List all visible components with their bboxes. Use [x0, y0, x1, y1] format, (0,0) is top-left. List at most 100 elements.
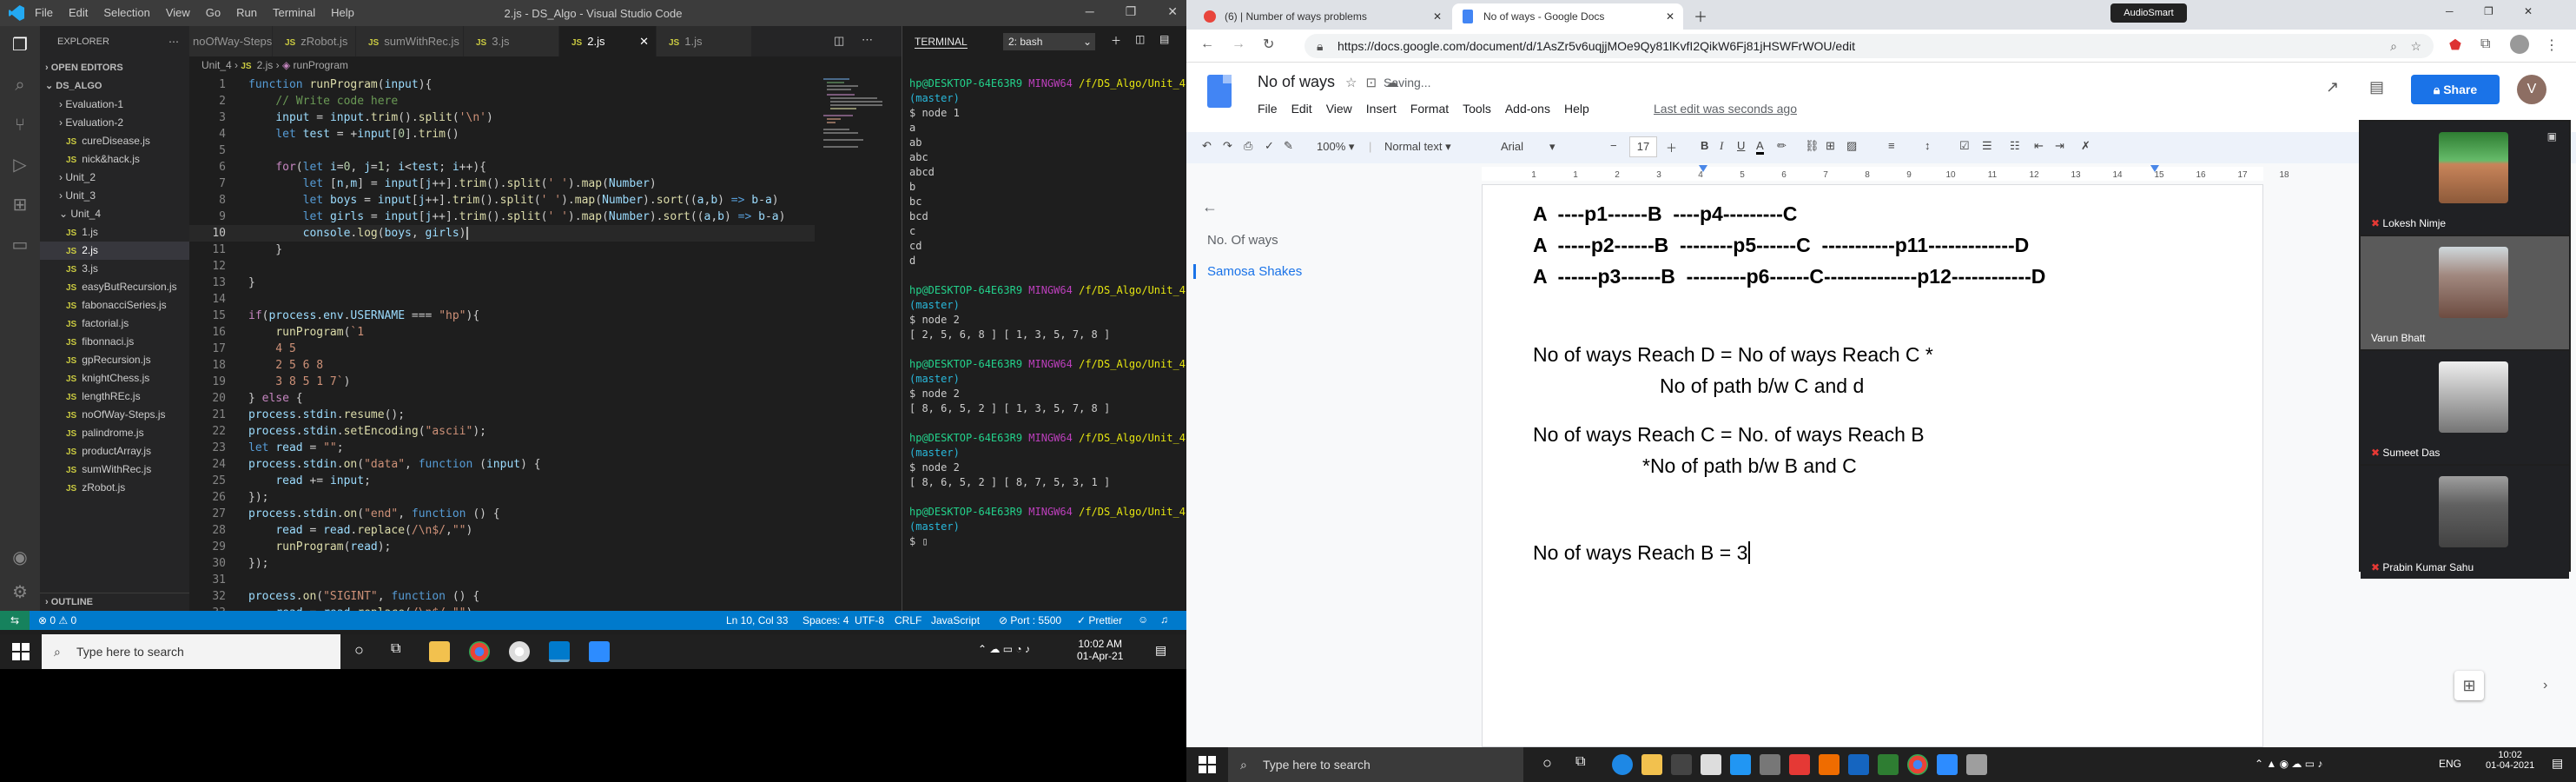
split-editor-icon[interactable]: ◫ [834, 34, 844, 48]
share-button[interactable]: 🔒︎ Share [2411, 75, 2500, 104]
style-select[interactable]: Normal text ▾ [1384, 140, 1480, 154]
docs-menu-help[interactable]: Help [1564, 102, 1589, 116]
tree-item[interactable]: ⌄ Unit_4 [40, 205, 189, 223]
taskbar-search[interactable]: ⌕ Type here to search [42, 634, 340, 669]
redo-icon[interactable]: ↷ [1223, 139, 1232, 153]
tree-item[interactable]: JS sumWithRec.js [40, 461, 189, 479]
language-mode[interactable]: JavaScript [931, 614, 980, 626]
docs-menu-view[interactable]: View [1326, 102, 1352, 116]
tree-item[interactable]: › Unit_2 [40, 169, 189, 187]
bulleted-list-icon[interactable]: ☰ [1982, 139, 1992, 153]
tree-item[interactable]: JS gpRecursion.js [40, 351, 189, 369]
clock[interactable]: 10:02 01-04-2021 [2486, 750, 2534, 771]
live-server-port[interactable]: ⊘ Port : 5500 [999, 614, 1061, 626]
tree-item[interactable]: JS easyButRecursion.js [40, 278, 189, 296]
tab-1js[interactable]: JS 1.js [657, 26, 752, 56]
extensions-icon[interactable]: ⊞ [10, 195, 30, 215]
tree-item[interactable]: JS 3.js [40, 260, 189, 278]
tree-item[interactable]: JS cureDisease.js [40, 132, 189, 150]
task-view-icon[interactable]: ⧉ [391, 641, 400, 657]
font-select[interactable]: Arial ▾ [1501, 140, 1588, 154]
file-explorer-icon[interactable] [429, 641, 450, 662]
back-icon[interactable]: ← [1200, 36, 1214, 52]
tree-item[interactable]: › Evaluation-1 [40, 96, 189, 114]
numbered-list-icon[interactable]: ☷ [2010, 139, 2020, 153]
font-size-increase-icon[interactable]: ＋ [1666, 139, 1677, 156]
participant-tile[interactable]: ✖ Prabin Kumar Sahu [2361, 466, 2569, 579]
app-icon[interactable] [1789, 754, 1810, 775]
tree-item[interactable]: JS knightChess.js [40, 369, 189, 388]
outline-heading[interactable]: No. Of ways [1207, 233, 1278, 248]
docs-menu-tools[interactable]: Tools [1463, 102, 1491, 116]
remote-indicator-icon[interactable]: ⇆ [0, 611, 30, 630]
reload-icon[interactable]: ↻ [1263, 36, 1274, 53]
chrome-tab[interactable]: (6) | Number of ways problems ✕ [1193, 3, 1450, 30]
tree-item[interactable]: JS nick&hack.js [40, 150, 189, 169]
restore-icon[interactable]: ❐ [1126, 4, 1137, 19]
comments-icon[interactable]: ▤ [2369, 78, 2384, 96]
close-icon[interactable]: ✕ [2524, 5, 2533, 17]
open-editors-section[interactable]: › OPEN EDITORS [40, 59, 189, 77]
search-icon[interactable]: ⌕ [10, 75, 30, 96]
file-explorer-icon[interactable] [1641, 754, 1662, 775]
forward-icon[interactable]: → [1232, 36, 1245, 52]
breadcrumb-symbol[interactable]: runProgram [294, 59, 348, 71]
explorer-icon[interactable]: ❐ [10, 35, 30, 56]
zoom-lens-icon[interactable]: ⌕ [2390, 34, 2397, 58]
encoding[interactable]: UTF-8 [855, 614, 884, 626]
minimize-icon[interactable]: ─ [2446, 5, 2454, 17]
underline-icon[interactable]: U [1737, 139, 1745, 152]
doc-title[interactable]: No of ways ☆ ⊡ ☁ [1258, 73, 1398, 91]
close-tab-icon[interactable]: ✕ [1666, 3, 1674, 30]
split-terminal-icon[interactable]: ◫ [1135, 33, 1145, 45]
chrome-tab-active[interactable]: No of ways - Google Docs ✕ [1452, 3, 1683, 30]
notification-icon[interactable]: ▤ [1155, 643, 1166, 658]
move-folder-icon[interactable]: ⊡ [1366, 76, 1377, 90]
participant-options-icon[interactable]: ▣ [2547, 130, 2557, 142]
new-tab-icon[interactable]: ＋ [1694, 5, 1707, 26]
minimap[interactable] [816, 76, 886, 181]
app-icon[interactable] [1966, 754, 1987, 775]
app-icon[interactable] [1730, 754, 1751, 775]
tree-item[interactable]: JS 1.js [40, 223, 189, 242]
tree-item-active[interactable]: JS 2.js [40, 242, 189, 260]
tray-icons[interactable]: ⌃ ☁ ▭ ◔ ♪ [978, 643, 1030, 655]
bell-icon[interactable]: ♫ [1160, 613, 1168, 626]
close-tab-icon[interactable]: ✕ [639, 26, 649, 56]
tab-3js[interactable]: JS 3.js [464, 26, 559, 56]
paint-format-icon[interactable]: ✎ [1284, 139, 1293, 153]
star-icon[interactable]: ☆ [1345, 76, 1357, 90]
participant-tile-speaking[interactable]: Varun Bhatt [2361, 236, 2569, 349]
docs-menu-file[interactable]: File [1258, 102, 1278, 116]
activity-trend-icon[interactable]: ↗ [2326, 78, 2339, 96]
chrome-menu-icon[interactable]: ⋮ [2545, 36, 2559, 54]
cortana-icon[interactable]: ○ [1542, 754, 1552, 772]
explore-icon[interactable]: ⊞ [2454, 671, 2484, 700]
app-icon[interactable] [1760, 754, 1780, 775]
text-color-icon[interactable]: A [1756, 139, 1764, 155]
slack-icon[interactable] [509, 641, 530, 662]
zoom-icon[interactable] [1937, 754, 1958, 775]
spellcheck-icon[interactable]: ✓ [1265, 139, 1274, 153]
store-icon[interactable] [1671, 754, 1692, 775]
app-icon[interactable] [1848, 754, 1869, 775]
last-edit-link[interactable]: Last edit was seconds ago [1654, 102, 1797, 116]
tab-sumwithrec[interactable]: JS sumWithRec.js [356, 26, 464, 56]
minimize-icon[interactable]: ─ [1086, 4, 1094, 19]
tree-item[interactable]: › Evaluation-2 [40, 114, 189, 132]
problems-count[interactable]: ⊗ 0 ⚠ 0 [38, 614, 76, 626]
profile-avatar[interactable] [2510, 35, 2529, 54]
close-icon[interactable]: ✕ [1167, 4, 1178, 19]
font-size-input[interactable]: 17 [1629, 136, 1657, 157]
indent-spaces[interactable]: Spaces: 4 [803, 614, 849, 626]
zoom-icon[interactable] [589, 641, 610, 662]
checklist-icon[interactable]: ☑ [1959, 139, 1970, 153]
run-debug-icon[interactable]: ▷ [10, 155, 30, 176]
close-tab-icon[interactable]: ✕ [1433, 3, 1442, 30]
trash-icon[interactable]: ▤ [1159, 33, 1169, 45]
account-avatar[interactable]: V [2517, 75, 2546, 104]
tree-item[interactable]: JS fabonacciSeries.js [40, 296, 189, 315]
tray-icons[interactable]: ⌃ ▲ ◉ ☁ ▭ ♪ [2255, 758, 2322, 770]
tree-item[interactable]: JS factorial.js [40, 315, 189, 333]
windows-start-icon[interactable] [12, 643, 30, 660]
